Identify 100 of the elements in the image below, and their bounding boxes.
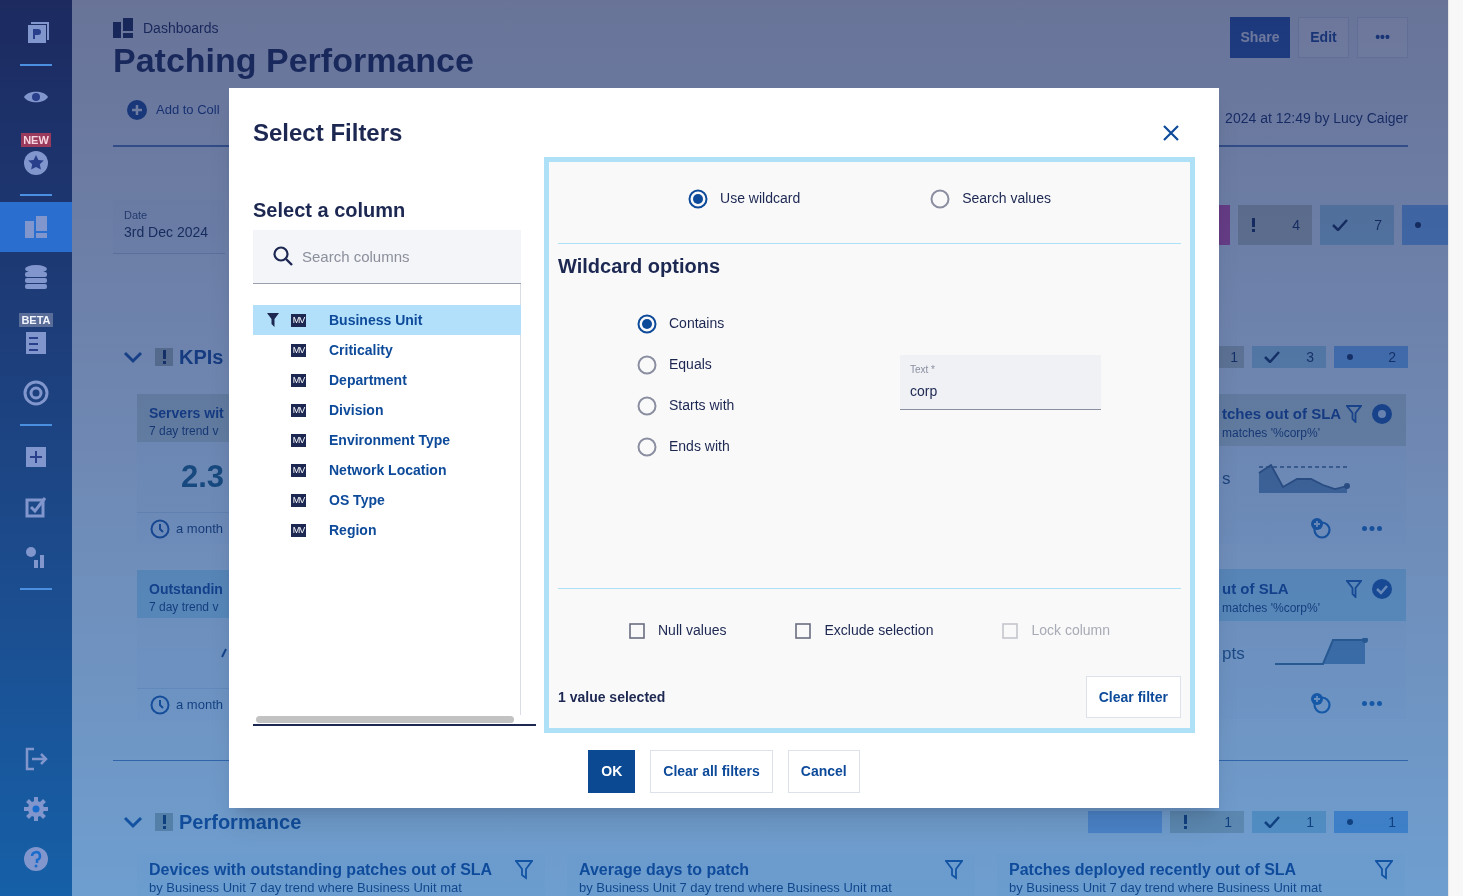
checkbox[interactable] [795, 622, 812, 639]
target-icon [22, 379, 50, 407]
sidebar-item[interactable]: BETA [0, 302, 72, 368]
card-title: ut of SLA [1222, 579, 1290, 599]
dashboard-icon [22, 213, 50, 241]
ok-button[interactable]: OK [588, 750, 636, 793]
card-subtitle: matches '%corp%' [1222, 600, 1320, 617]
card-subtitle: 7 day trend v [149, 599, 220, 616]
add-target-icon[interactable] [1310, 692, 1332, 714]
clock-icon [150, 518, 170, 539]
field-label: Text * [910, 364, 935, 376]
radio-button[interactable] [637, 313, 657, 334]
column-item[interactable]: MV Criticality [253, 335, 521, 365]
check-icon [1332, 219, 1348, 231]
dot-icon [1414, 221, 1422, 229]
card-title: tches out of SLA [1222, 404, 1342, 424]
search-icon [273, 246, 293, 266]
database-icon [22, 263, 50, 291]
card-title: Outstandin [149, 580, 224, 598]
column-item[interactable]: MV Environment Type [253, 425, 521, 455]
column-type-icon: MV [291, 373, 306, 387]
chip-count: 1 [1388, 812, 1396, 832]
column-type-icon: MV [291, 463, 306, 477]
filter-icon[interactable] [515, 860, 533, 880]
column-item[interactable]: MV Region [253, 515, 521, 545]
radio-option[interactable]: Contains [637, 303, 900, 344]
column-item[interactable]: MV Division [253, 395, 521, 425]
card-title: Patches deployed recently out of SLA [1009, 860, 1298, 880]
radio-option[interactable]: Equals [637, 344, 900, 385]
filter-icon[interactable] [945, 860, 963, 880]
card-subtitle: by Business Unit 7 day trend where Business Unit mat [579, 880, 892, 896]
radio-button[interactable] [637, 395, 657, 416]
radio-option[interactable]: Use wildcard [688, 188, 801, 209]
more-button[interactable] [1362, 700, 1382, 706]
cancel-button[interactable]: Cancel [787, 750, 860, 793]
radio-option[interactable]: Starts with [637, 385, 900, 426]
checkbox[interactable] [629, 622, 645, 639]
radio-button[interactable] [688, 188, 709, 209]
sidebar-item[interactable]: NEW [0, 122, 72, 188]
section-title: KPIs [179, 345, 224, 370]
badge: BETA [19, 313, 53, 327]
card-subtitle: matches '%corp%' [1222, 425, 1321, 442]
checkbox-option: Lock column [1002, 620, 1110, 641]
kpi-value: s [1222, 468, 1231, 491]
scrollbar[interactable] [1448, 0, 1463, 896]
more-button[interactable] [1362, 525, 1382, 531]
chip-count: 7 [1374, 215, 1382, 235]
clock-icon [150, 694, 170, 715]
alert-icon [1182, 815, 1189, 829]
filter-icon[interactable] [1346, 405, 1362, 423]
column-item[interactable]: MV OS Type [253, 485, 521, 515]
last-modified-text: 2024 at 12:49 by Lucy Caiger [1225, 108, 1408, 128]
chip-count: 1 [1306, 812, 1314, 832]
selection-count: 1 value selected [558, 687, 666, 707]
dot-icon [1346, 353, 1354, 361]
chevron-icon[interactable] [123, 815, 143, 829]
add-target-icon[interactable] [1310, 517, 1332, 539]
chip-count: 2 [1388, 347, 1396, 367]
clear-filter-button[interactable]: Clear filter [1085, 676, 1181, 718]
search-field[interactable]: Search columns [253, 230, 521, 284]
column-item[interactable]: MV Network Location [253, 455, 521, 485]
card-subtitle: by Business Unit 7 day trend where Business Unit mat [149, 880, 463, 896]
sparkline [221, 648, 227, 658]
column-type-icon: MV [291, 523, 306, 537]
alert-icon [155, 348, 173, 366]
page-title: Patching Performance [113, 40, 474, 81]
chevron-icon[interactable] [123, 350, 143, 364]
filter-icon [267, 313, 279, 327]
close-icon [1162, 124, 1180, 142]
radio-button[interactable] [637, 354, 657, 375]
radio-option[interactable]: Ends with [637, 426, 900, 467]
section-heading: Select a column [253, 198, 407, 222]
column-item[interactable]: MV Business Unit [253, 305, 521, 335]
column-type-icon: MV [291, 493, 306, 507]
section-title: Performance [179, 810, 302, 835]
card-title: Devices with outstanding patches out of SLA [149, 860, 493, 880]
updated-time: a month [176, 695, 223, 714]
column-item[interactable]: MV Department [253, 365, 521, 395]
filter-icon[interactable] [1346, 580, 1362, 598]
radio-button[interactable] [637, 436, 657, 457]
checkbox-option[interactable]: Null values [629, 620, 727, 641]
card-title: Servers wit [149, 404, 225, 422]
check-icon [1264, 816, 1280, 828]
card-subtitle: 7 day trend v [149, 423, 220, 440]
settings-icon [22, 795, 50, 823]
kpi-value: pts [1222, 643, 1245, 666]
column-type-icon: MV [291, 343, 306, 357]
radio-button[interactable] [930, 188, 951, 209]
alert-icon [155, 813, 173, 831]
clear-all-filters-button[interactable]: Clear all filters [650, 750, 773, 793]
chip-count: 3 [1306, 347, 1314, 367]
more-icon [1362, 525, 1382, 531]
radio-option[interactable]: Search values [930, 188, 1051, 209]
checkbox-option[interactable]: Exclude selection [795, 620, 934, 641]
filter-icon[interactable] [1375, 860, 1393, 880]
check-icon [1264, 351, 1280, 363]
column-type-icon: MV [291, 433, 306, 447]
card-title: Average days to patch [579, 860, 751, 880]
chip-count: 1 [1224, 812, 1232, 832]
scrollbar[interactable] [256, 716, 514, 723]
